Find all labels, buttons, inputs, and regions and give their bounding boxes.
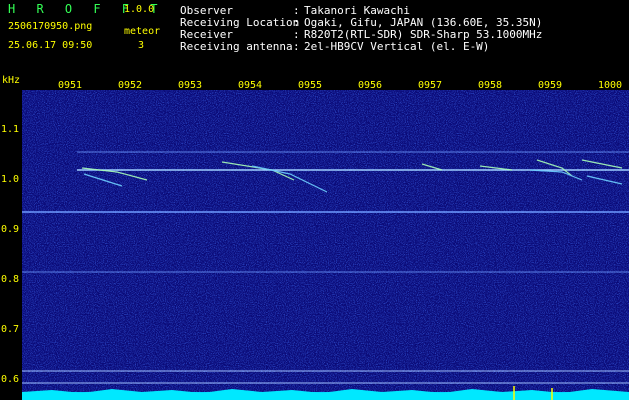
y-tick: 1.1	[1, 124, 20, 135]
y-tick: 0.9	[1, 224, 20, 235]
hrofft-window: H R O F F T 1.0.0 2506170950.png meteor …	[0, 0, 629, 400]
noise-speckle	[22, 90, 629, 400]
y-axis-unit: kHz	[2, 75, 21, 86]
antenna-colon: :	[293, 40, 300, 53]
y-tick: 0.6	[1, 374, 20, 385]
spectrogram-canvas	[22, 90, 629, 400]
spectrogram-plot	[22, 90, 629, 400]
y-tick: 0.8	[1, 274, 20, 285]
file-name: 2506170950.png	[8, 21, 93, 32]
meteor-count: 3	[138, 40, 145, 51]
capture-datetime: 25.06.17 09:50	[8, 40, 93, 51]
antenna-value: 2el-HB9CV Vertical (el. E-W)	[304, 40, 490, 53]
header-panel: H R O F F T 1.0.0 2506170950.png meteor …	[0, 0, 629, 73]
y-tick: 0.7	[1, 324, 20, 335]
meteor-label: meteor	[124, 26, 161, 37]
antenna-key: Receiving antenna	[180, 40, 293, 53]
app-version: 1.0.0	[124, 4, 155, 15]
y-tick: 1.0	[1, 174, 20, 185]
